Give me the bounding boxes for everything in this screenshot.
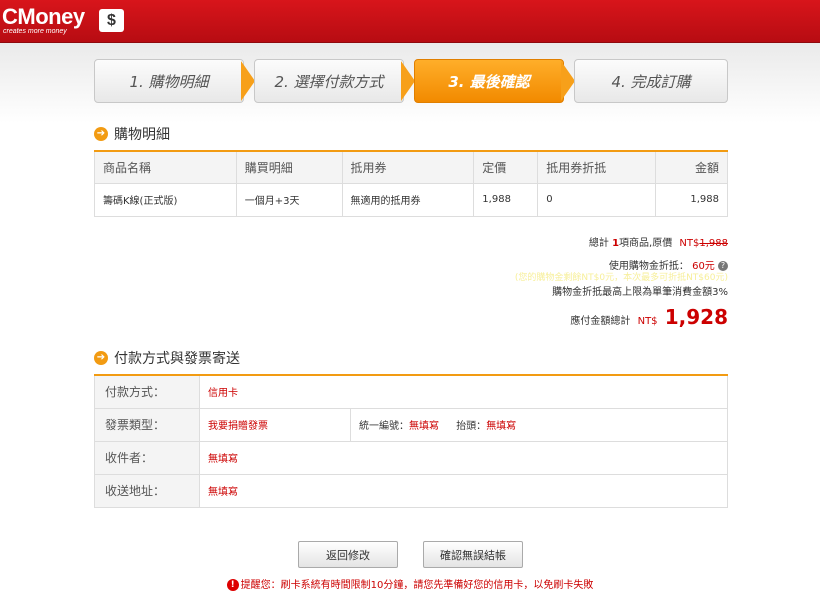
total-mid-text: 項商品,原價 (619, 238, 673, 249)
original-price: NT$1,988 (679, 238, 728, 249)
amount: 1,988 (655, 182, 728, 217)
dollar-icon: $ (99, 9, 124, 32)
product-name: 籌碼K線(正式版) (94, 182, 237, 217)
column-header: 購買明細 (235, 150, 343, 184)
step-label: 1. 購物明細 (129, 72, 209, 91)
notice-text: 提醒您：刷卡系統有時間限制10分鐘，請您先準備好您的信用卡，以免刷卡失敗 (240, 580, 594, 591)
step-label: 4. 完成訂購 (611, 72, 691, 91)
item-count: 1 (612, 238, 620, 249)
payable-total: 應付金額總計 NT$ 1,928 (570, 305, 728, 329)
top-bar: CMoney creates more money $ (0, 0, 820, 43)
exclamation-circle-icon: ! (226, 579, 239, 591)
brand-tagline: creates more money (3, 28, 67, 35)
column-header: 定價 (473, 150, 539, 184)
section-title-text: 購物明細 (114, 127, 170, 143)
tax-id-label: 統一編號： (359, 421, 409, 432)
payment-method-label: 付款方式： (94, 374, 200, 409)
table-row: 收件者： 無填寫 (94, 440, 728, 475)
arrow-right-circle-icon: ➔ (94, 351, 108, 365)
table-header-row: 商品名稱 購買明細 抵用券 定價 抵用券折抵 金額 (94, 150, 728, 184)
column-header: 抵用券折抵 (537, 150, 657, 184)
invoice-type-value: 我要捐贈發票 (199, 407, 351, 442)
table-row: 付款方式： 信用卡 (94, 374, 728, 409)
column-header: 金額 (655, 150, 728, 184)
section-title-text: 付款方式與發票寄送 (114, 351, 240, 367)
column-header: 商品名稱 (94, 150, 237, 184)
checkout-steps: 1. 購物明細 2. 選擇付款方式 3. 最後確認 4. 完成訂購 (94, 59, 728, 103)
step-arrow-icon (561, 61, 575, 101)
invoice-type-label: 發票類型： (94, 407, 200, 442)
table-row: 收送地址： 無填寫 (94, 473, 728, 508)
step-complete-order: 4. 完成訂購 (574, 59, 728, 103)
payable-currency: NT$ (637, 316, 658, 327)
recipient-value: 無填寫 (199, 440, 728, 475)
address-value: 無填寫 (199, 473, 728, 508)
step-final-confirm: 3. 最後確認 (414, 59, 564, 103)
coupon: 無適用的抵用券 (341, 182, 475, 217)
brand-logo[interactable]: CMoney (2, 6, 85, 28)
step-arrow-icon (241, 61, 255, 101)
step-arrow-icon (401, 61, 415, 101)
time-limit-notice: ! 提醒您：刷卡系統有時間限制10分鐘，請您先準備好您的信用卡，以免刷卡失敗 (0, 576, 820, 591)
payable-amount: 1,928 (664, 305, 728, 329)
step-cart-details: 1. 購物明細 (94, 59, 244, 103)
column-header: 抵用券 (341, 150, 475, 184)
confirm-checkout-button[interactable]: 確認無誤結帳 (423, 541, 523, 568)
table-row: 發票類型： 我要捐贈發票 統一編號：無填寫 抬頭：無填寫 (94, 407, 728, 442)
arrow-right-circle-icon: ➔ (94, 127, 108, 141)
invoice-heading-label: 抬頭： (456, 421, 487, 432)
original-currency: NT$ (679, 238, 700, 249)
back-edit-button[interactable]: 返回修改 (298, 541, 398, 568)
table-row: 籌碼K線(正式版) 一個月+3天 無適用的抵用券 1,988 0 1,988 (94, 182, 728, 217)
step-payment-method: 2. 選擇付款方式 (254, 59, 404, 103)
original-price-value: 1,988 (699, 238, 728, 249)
step-label: 3. 最後確認 (448, 72, 530, 91)
payment-section-title: ➔ 付款方式與發票寄送 (94, 348, 240, 368)
recipient-label: 收件者： (94, 440, 200, 475)
address-label: 收送地址： (94, 473, 200, 508)
purchase-detail: 一個月+3天 (235, 182, 343, 217)
step-label: 2. 選擇付款方式 (274, 72, 384, 91)
coupon-discount: 0 (537, 182, 657, 217)
payment-table: 付款方式： 信用卡 發票類型： 我要捐贈發票 統一編號：無填寫 抬頭：無填寫 收… (94, 374, 728, 508)
balance-note: (您的購物金剩餘NT$0元，本次最多可折抵NT$60元) (514, 273, 728, 283)
list-price: 1,988 (473, 182, 539, 217)
tax-id-value: 無填寫 (409, 421, 439, 432)
limit-note: 購物金折抵最高上限為單筆消費金額3% (552, 287, 728, 298)
payable-label: 應付金額總計 (570, 316, 631, 327)
invoice-heading-value: 無填寫 (486, 421, 517, 432)
payment-method-value: 信用卡 (199, 374, 728, 409)
invoice-details: 統一編號：無填寫 抬頭：無填寫 (350, 407, 728, 442)
order-section-title: ➔ 購物明細 (94, 124, 170, 144)
total-prefix: 總計 (588, 238, 609, 249)
order-table: 商品名稱 購買明細 抵用券 定價 抵用券折抵 金額 籌碼K線(正式版) 一個月+… (94, 150, 728, 217)
total-summary: 總計 1項商品,原價 NT$1,988 (589, 234, 728, 249)
